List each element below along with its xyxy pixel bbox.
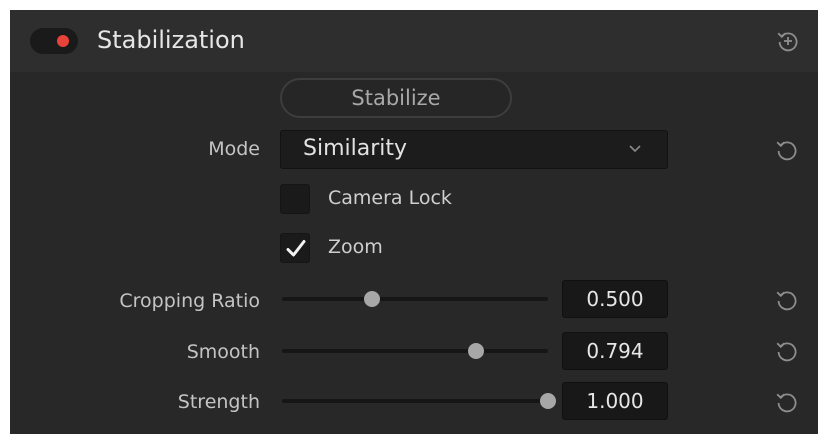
smooth-field[interactable]: 0.794 [562, 332, 668, 370]
stabilization-panel: Stabilization Stabilize Mode Similarity … [10, 10, 818, 434]
smooth-slider[interactable] [282, 343, 548, 359]
mode-dropdown[interactable]: Similarity [280, 130, 668, 169]
cropping-ratio-slider[interactable] [282, 291, 548, 307]
camera-lock-label: Camera Lock [328, 187, 452, 209]
camera-lock-checkbox[interactable] [280, 184, 310, 214]
mode-reset-icon[interactable] [772, 135, 802, 165]
slider-handle[interactable] [468, 343, 485, 359]
stabilize-button[interactable]: Stabilize [280, 78, 512, 118]
smooth-reset-icon[interactable] [772, 336, 802, 366]
enable-toggle[interactable] [30, 28, 78, 54]
reset-add-icon[interactable] [773, 26, 803, 56]
slider-handle[interactable] [540, 393, 556, 409]
cropping-ratio-label: Cropping Ratio [119, 290, 260, 312]
panel-title: Stabilization [97, 26, 245, 54]
chevron-down-icon [627, 140, 643, 160]
zoom-label: Zoom [328, 236, 383, 258]
checkmark-icon [286, 240, 306, 257]
slider-handle[interactable] [364, 291, 381, 307]
panel-header: Stabilization [10, 10, 818, 72]
zoom-checkbox[interactable] [280, 233, 310, 263]
smooth-label: Smooth [186, 341, 260, 363]
strength-field[interactable]: 1.000 [562, 382, 668, 420]
strength-slider[interactable] [282, 393, 556, 409]
strength-label: Strength [177, 391, 260, 413]
cropping-ratio-field[interactable]: 0.500 [562, 280, 668, 318]
mode-dropdown-value: Similarity [303, 136, 408, 161]
enabled-indicator-dot [57, 35, 69, 47]
mode-label: Mode [208, 138, 260, 160]
cropping-ratio-reset-icon[interactable] [772, 285, 802, 315]
strength-reset-icon[interactable] [772, 387, 802, 417]
